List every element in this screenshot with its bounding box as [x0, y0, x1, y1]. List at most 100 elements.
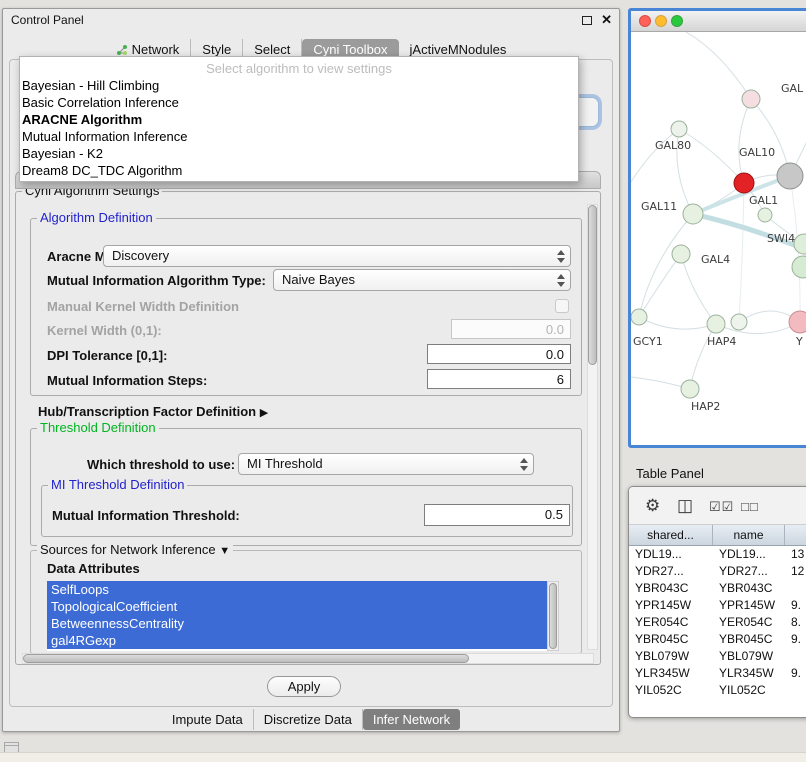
settings-horizontal-scrollbar[interactable] — [22, 653, 594, 664]
tab-label: Network — [132, 42, 180, 57]
threshold-definition-group: Threshold Definition Which threshold to … — [30, 428, 582, 546]
algorithm-menu-item[interactable]: Dream8 DC_TDC Algorithm — [20, 162, 578, 179]
gear-icon[interactable]: ⚙ — [645, 496, 660, 516]
network-node[interactable] — [731, 314, 747, 330]
network-window-titlebar[interactable] — [631, 11, 806, 32]
network-node[interactable] — [742, 90, 760, 108]
network-node[interactable] — [734, 173, 754, 193]
tab-discretize-data[interactable]: Discretize Data — [254, 709, 363, 730]
deselect-all-checkboxes-icon[interactable]: □□ — [741, 499, 759, 514]
scrollbar-thumb[interactable] — [23, 654, 469, 663]
network-node[interactable] — [777, 163, 803, 189]
network-node[interactable] — [794, 234, 806, 254]
attribute-list-scrollbar[interactable] — [547, 581, 559, 651]
scrollbar-thumb[interactable] — [549, 583, 557, 649]
algorithm-menu-item[interactable]: Basic Correlation Inference — [20, 94, 578, 111]
algorithm-menu-item[interactable]: Mutual Information Inference — [20, 128, 578, 145]
tab-label: Style — [202, 42, 231, 57]
table-column-header[interactable] — [785, 525, 806, 545]
algorithm-menu-placeholder[interactable]: Select algorithm to view settings — [20, 60, 578, 77]
select-all-checkboxes-icon[interactable]: ☑☑ — [709, 499, 734, 515]
algorithm-menu-item[interactable]: Bayesian - Hill Climbing — [20, 77, 578, 94]
network-canvas[interactable]: GALGAL80GAL10GAL11GAL1SWI4GAL4GCY1HAP4YH… — [631, 32, 806, 445]
columns-icon[interactable]: ◫ — [677, 496, 693, 516]
attribute-list-item[interactable]: BetweennessCentrality — [47, 615, 547, 632]
network-node[interactable] — [683, 204, 703, 224]
algorithm-menu-item[interactable]: ARACNE Algorithm — [20, 111, 578, 128]
which-threshold-select[interactable]: MI Threshold — [238, 453, 534, 475]
table-panel-label: Table Panel — [636, 466, 704, 481]
dpi-tolerance-field[interactable]: 0.0 — [427, 344, 571, 364]
mi-steps-field[interactable]: 6 — [427, 369, 571, 389]
table-row[interactable]: YBR045CYBR045C9. — [629, 631, 806, 648]
network-node-label: HAP2 — [691, 400, 720, 413]
table-row[interactable]: YBL079WYBL079W — [629, 648, 806, 665]
aracne-mode-value: Discovery — [112, 248, 169, 263]
algorithm-menu-item[interactable]: Bayesian - K2 — [20, 145, 578, 162]
expand-right-icon[interactable]: ▶ — [260, 407, 268, 419]
which-threshold-label: Which threshold to use: — [87, 457, 235, 472]
tab-impute-data[interactable]: Impute Data — [162, 709, 254, 730]
network-node-label: GAL11 — [641, 200, 677, 213]
sources-group: Sources for Network Inference ▼ Data Att… — [30, 550, 582, 654]
network-node-label: GAL1 — [749, 194, 778, 207]
scrollbar-thumb[interactable] — [588, 205, 597, 365]
table-row[interactable]: YIL052CYIL052C — [629, 682, 806, 699]
network-node-label: GAL4 — [701, 253, 730, 266]
algorithm-menu-list: Bayesian - Hill ClimbingBasic Correlatio… — [20, 77, 578, 179]
settings-vertical-scrollbar[interactable] — [587, 204, 598, 650]
table-row[interactable]: YDL19...YDL19...13 — [629, 546, 806, 563]
close-traffic-light[interactable] — [639, 15, 651, 27]
attribute-list-item[interactable]: TopologicalCoefficient — [47, 598, 547, 615]
table-cell: 9. — [785, 597, 806, 614]
network-node[interactable] — [671, 121, 687, 137]
sources-title: Sources for Network Inference — [40, 542, 216, 557]
network-node-label: GAL10 — [739, 146, 775, 159]
network-node[interactable] — [792, 256, 806, 278]
mi-threshold-field[interactable]: 0.5 — [424, 504, 570, 526]
table-row[interactable]: YLR345WYLR345W9. — [629, 665, 806, 682]
mi-type-select[interactable]: Naive Bayes — [273, 269, 571, 291]
network-node[interactable] — [681, 380, 699, 398]
tab-infer-network[interactable]: Infer Network — [363, 709, 460, 730]
table-body: YDL19...YDL19...13YDR27...YDR27...12YBR0… — [629, 546, 806, 699]
apply-button[interactable]: Apply — [267, 676, 341, 697]
network-edge — [686, 32, 751, 99]
attribute-list-item[interactable]: gal4RGexp — [47, 632, 547, 649]
tab-label: Select — [254, 42, 290, 57]
table-column-header[interactable]: name — [713, 525, 785, 545]
table-row[interactable]: YPR145WYPR145W9. — [629, 597, 806, 614]
sources-toggle[interactable]: Sources for Network Inference ▼ — [37, 542, 233, 557]
table-cell: YBR045C — [713, 631, 785, 648]
table-row[interactable]: YER054CYER054C8. — [629, 614, 806, 631]
network-node[interactable] — [631, 309, 647, 325]
kernel-width-label: Kernel Width (0,1): — [47, 323, 162, 338]
network-node[interactable] — [758, 208, 772, 222]
network-node[interactable] — [789, 311, 806, 333]
minimize-traffic-light[interactable] — [655, 15, 667, 27]
network-node[interactable] — [707, 315, 725, 333]
mi-threshold-group: MI Threshold Definition Mutual Informati… — [41, 485, 573, 537]
manual-kernel-checkbox[interactable] — [555, 299, 569, 313]
close-window-icon[interactable]: ✕ — [601, 14, 612, 26]
kernel-width-field[interactable]: 0.0 — [451, 319, 571, 339]
network-edge — [639, 254, 681, 317]
hub-definition-toggle[interactable]: Hub/Transcription Factor Definition ▶ — [38, 404, 268, 419]
network-tab-icon — [116, 44, 128, 56]
table-row[interactable]: YDR27...YDR27...12 — [629, 563, 806, 580]
float-window-icon[interactable] — [582, 16, 592, 25]
network-node[interactable] — [672, 245, 690, 263]
attribute-list: SelfLoopsTopologicalCoefficientBetweenne… — [47, 581, 547, 651]
table-cell: 13 — [785, 546, 806, 563]
table-row[interactable]: YBR043CYBR043C — [629, 580, 806, 597]
tab-label: Cyni Toolbox — [313, 42, 387, 57]
network-node-label: GAL80 — [655, 139, 691, 152]
aracne-mode-select[interactable]: Discovery — [103, 245, 571, 267]
attribute-list-item[interactable]: SelfLoops — [47, 581, 547, 598]
table-cell: YDL19... — [629, 546, 713, 563]
mi-steps-label: Mutual Information Steps: — [47, 373, 207, 388]
zoom-traffic-light[interactable] — [671, 15, 683, 27]
table-cell: YDR27... — [713, 563, 785, 580]
collapse-down-icon[interactable]: ▼ — [219, 545, 230, 557]
table-column-header[interactable]: shared... — [629, 525, 713, 545]
